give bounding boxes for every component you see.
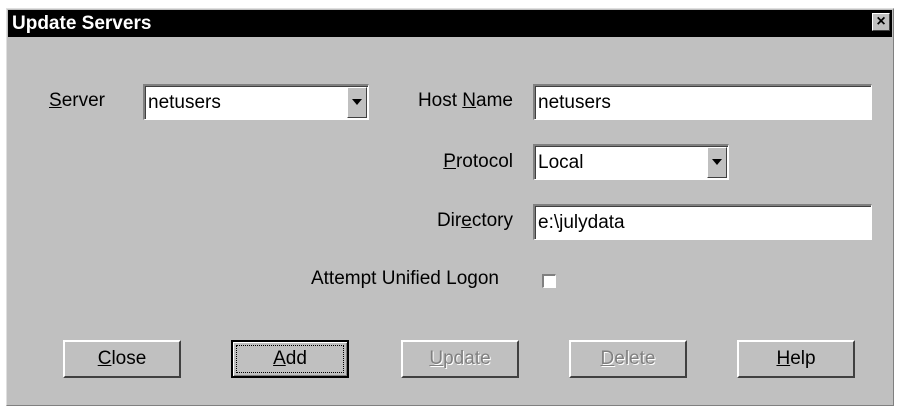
directory-label: Directory xyxy=(379,209,513,233)
add-button-focus-rect xyxy=(236,345,344,373)
host-name-label-before: Host xyxy=(417,90,463,111)
update-button-mnemonic: U xyxy=(429,348,444,369)
title-bar[interactable]: Update Servers × xyxy=(8,10,892,37)
host-name-label-rest: ame xyxy=(476,90,513,111)
update-button-rest: pdate xyxy=(443,348,491,369)
protocol-dropdown-arrow-icon[interactable] xyxy=(707,147,727,178)
server-label: Server xyxy=(49,89,105,113)
server-label-rest: erver xyxy=(61,90,105,111)
delete-button-rest: elete xyxy=(614,348,656,369)
unified-logon-label: Attempt Unified Logon xyxy=(310,268,499,289)
directory-label-before: Dir xyxy=(436,210,462,231)
close-icon[interactable]: × xyxy=(872,13,890,31)
protocol-label-rest: rotocol xyxy=(455,151,513,172)
server-value: netusers xyxy=(148,92,221,113)
add-button[interactable]: Add xyxy=(231,340,349,378)
host-name-label-mnemonic: N xyxy=(462,90,477,111)
delete-button-mnemonic: D xyxy=(600,348,615,369)
close-button[interactable]: Close xyxy=(63,340,181,378)
protocol-value: Local xyxy=(538,152,584,173)
directory-label-mnemonic: e xyxy=(461,210,472,231)
host-name-label: Host Name xyxy=(379,89,513,113)
protocol-label: Protocol xyxy=(379,150,513,174)
server-label-mnemonic: S xyxy=(49,90,62,111)
help-button-mnemonic: H xyxy=(776,348,791,369)
help-button[interactable]: Help xyxy=(737,340,855,378)
update-servers-dialog: Update Servers × Server netusers Host Na… xyxy=(6,8,894,406)
directory-input[interactable]: e:\julydata xyxy=(533,204,872,240)
directory-label-rest: ctory xyxy=(471,210,513,231)
help-button-rest: elp xyxy=(790,348,816,369)
protocol-combobox[interactable]: Local xyxy=(533,144,729,180)
unified-logon-checkbox[interactable] xyxy=(542,274,556,288)
delete-button[interactable]: Delete xyxy=(569,340,687,378)
host-name-input[interactable]: netusers xyxy=(533,84,872,120)
server-combobox[interactable]: netusers xyxy=(143,84,369,120)
close-button-mnemonic: C xyxy=(97,348,112,369)
server-dropdown-arrow-icon[interactable] xyxy=(347,87,367,118)
protocol-label-mnemonic: P xyxy=(443,151,456,172)
close-button-rest: lose xyxy=(111,348,147,369)
dialog-title: Update Servers xyxy=(12,13,152,34)
update-button[interactable]: Update xyxy=(401,340,519,378)
